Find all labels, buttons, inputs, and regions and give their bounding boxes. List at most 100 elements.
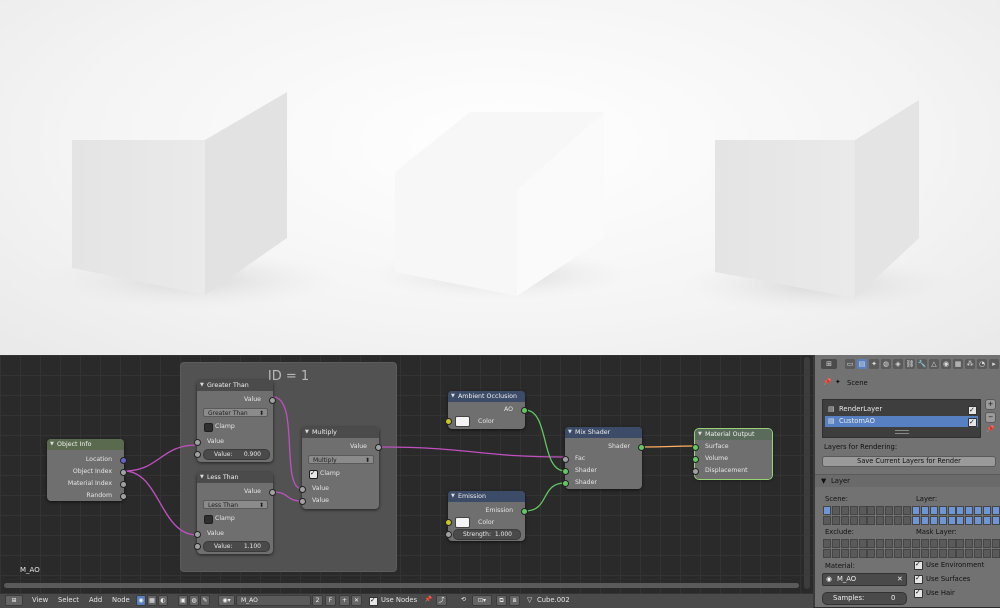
pin-icon-2[interactable]: 📌: [986, 425, 994, 433]
menu-select[interactable]: Select: [58, 596, 79, 604]
socket-fac[interactable]: [562, 456, 569, 463]
users-count[interactable]: 2: [312, 595, 323, 606]
node-ambient-occlusion[interactable]: Ambient Occlusion AO Color: [445, 391, 528, 429]
socket-output-value[interactable]: [269, 489, 276, 496]
shader-nodes-icon[interactable]: ◉: [136, 595, 146, 606]
texture-tab-icon[interactable]: ▦: [953, 359, 963, 369]
physics-tab-icon[interactable]: ◔: [977, 359, 987, 369]
modifiers-tab-icon[interactable]: 🔧: [917, 359, 927, 369]
list-item-renderlayer[interactable]: ▤ RenderLayer: [825, 404, 978, 416]
socket-random[interactable]: [120, 493, 127, 500]
layer-grid-1[interactable]: [912, 506, 956, 525]
constraints-tab-icon[interactable]: ⛓: [905, 359, 915, 369]
exclude-grid-1[interactable]: [823, 539, 867, 558]
render-tab-icon[interactable]: ▭: [845, 359, 855, 369]
socket-shader-1[interactable]: [562, 468, 569, 475]
socket-material-index[interactable]: [120, 481, 127, 488]
scene-tab-icon[interactable]: ✦: [869, 359, 879, 369]
node-material-output[interactable]: Material Output Surface Volume Displacem…: [692, 428, 773, 480]
add-material-icon[interactable]: +: [339, 595, 350, 606]
render-layers-tab-icon[interactable]: ▤: [857, 359, 867, 369]
socket-output-value[interactable]: [375, 444, 382, 451]
compositing-nodes-icon[interactable]: ◐: [158, 595, 168, 606]
socket-volume[interactable]: [692, 456, 699, 463]
socket-input-value[interactable]: [194, 439, 201, 446]
fake-user-button[interactable]: F: [325, 595, 336, 606]
menu-view[interactable]: View: [32, 596, 48, 604]
brush-icon[interactable]: ✎: [200, 595, 210, 606]
node-multiply[interactable]: Multiply Value Multiply Clamp Value Valu…: [299, 427, 382, 509]
socket-object-index[interactable]: [120, 469, 127, 476]
socket-displacement[interactable]: [692, 468, 699, 475]
scene-layers-grid-2[interactable]: [867, 506, 911, 525]
editor-type-icon[interactable]: ⊞: [5, 595, 23, 606]
node-greater-than[interactable]: Greater Than Value Greater Than Clamp Va…: [194, 380, 276, 462]
node-object-info[interactable]: Object Info Location Object Index Materi…: [47, 439, 127, 501]
socket-color[interactable]: [445, 519, 452, 526]
horizontal-scrollbar[interactable]: [4, 583, 799, 588]
object-tab-icon[interactable]: ◈: [893, 359, 903, 369]
object-icon[interactable]: ▣: [178, 595, 188, 606]
socket-input-value-1[interactable]: [299, 486, 306, 493]
socket-color[interactable]: [445, 418, 452, 425]
socket-input-value[interactable]: [194, 531, 201, 538]
unlink-material-icon[interactable]: ✕: [351, 595, 362, 606]
socket-input-value-2[interactable]: [194, 543, 201, 550]
render-layers-list[interactable]: ▤ RenderLayer ▤ CustomAO: [822, 399, 981, 438]
customao-enabled-checkbox[interactable]: [968, 417, 977, 428]
clear-material-icon[interactable]: ✕: [897, 575, 903, 583]
snap-icon[interactable]: ⟲: [458, 595, 469, 606]
operation-dropdown[interactable]: Multiply: [308, 455, 374, 465]
socket-surface[interactable]: [692, 444, 699, 451]
material-name-field[interactable]: M_AO: [236, 595, 311, 606]
texture-nodes-icon[interactable]: ▦: [147, 595, 157, 606]
node-emission[interactable]: Emission Emission Color Strength: 1.000: [445, 491, 528, 541]
clamp-checkbox[interactable]: [309, 469, 318, 479]
socket-location[interactable]: [120, 457, 127, 464]
particles-tab-icon[interactable]: ⁂: [965, 359, 975, 369]
exclude-grid-2[interactable]: [867, 539, 911, 558]
pin-icon[interactable]: 📌: [423, 595, 434, 606]
layer-grid-2[interactable]: [956, 506, 1000, 525]
editor-type-icon[interactable]: ⊞: [821, 359, 837, 369]
list-item-customao[interactable]: ▤ CustomAO: [825, 416, 978, 428]
pin-icon[interactable]: 📌: [823, 378, 831, 386]
parent-node-tree-icon[interactable]: ⤴: [436, 595, 447, 606]
add-render-layer-button[interactable]: +: [985, 399, 996, 410]
color-swatch[interactable]: [455, 416, 470, 427]
samples-field[interactable]: Samples: 0: [822, 592, 907, 605]
mask-layer-grid-1[interactable]: [912, 539, 956, 558]
world-icon[interactable]: ◍: [189, 595, 199, 606]
use-surfaces-checkbox[interactable]: [914, 574, 923, 584]
strength-field[interactable]: Strength: 1.000: [453, 529, 521, 540]
socket-input-value-2[interactable]: [194, 451, 201, 458]
socket-shader-2[interactable]: [562, 480, 569, 487]
more-tab-icon[interactable]: ▸: [989, 359, 999, 369]
socket-output-value[interactable]: [269, 397, 276, 404]
socket-emission[interactable]: [521, 508, 528, 515]
material-tab-icon[interactable]: ◉: [941, 359, 951, 369]
node-editor[interactable]: ID = 1 Object Info Location Object Index…: [0, 355, 813, 593]
operation-dropdown[interactable]: Less Than: [203, 500, 268, 510]
scene-layers-grid-1[interactable]: [823, 506, 867, 525]
renderlayer-enabled-checkbox[interactable]: [968, 405, 977, 416]
copy-icon[interactable]: ⧉: [496, 595, 507, 606]
list-resize-handle[interactable]: [895, 430, 909, 434]
use-nodes-checkbox[interactable]: [369, 596, 378, 606]
save-current-layers-button[interactable]: Save Current Layers for Render: [822, 456, 996, 467]
data-tab-icon[interactable]: △: [929, 359, 939, 369]
socket-output-shader[interactable]: [638, 444, 645, 451]
value-field[interactable]: Value: 0.900: [203, 449, 270, 460]
socket-ao[interactable]: [521, 407, 528, 414]
paste-icon[interactable]: ⧈: [509, 595, 520, 606]
material-override-field[interactable]: ◉ M_AO ✕: [822, 573, 907, 586]
node-mix-shader[interactable]: Mix Shader Shader Fac Shader Shader: [562, 427, 645, 489]
node-less-than[interactable]: Less Than Value Less Than Clamp Value Va…: [194, 472, 276, 554]
color-swatch[interactable]: [455, 517, 470, 528]
world-tab-icon[interactable]: ◍: [881, 359, 891, 369]
clamp-checkbox[interactable]: [204, 515, 213, 524]
operation-dropdown[interactable]: Greater Than: [203, 408, 268, 418]
menu-node[interactable]: Node: [112, 596, 130, 604]
value-field[interactable]: Value: 1.100: [203, 541, 270, 552]
clamp-checkbox[interactable]: [204, 423, 213, 432]
